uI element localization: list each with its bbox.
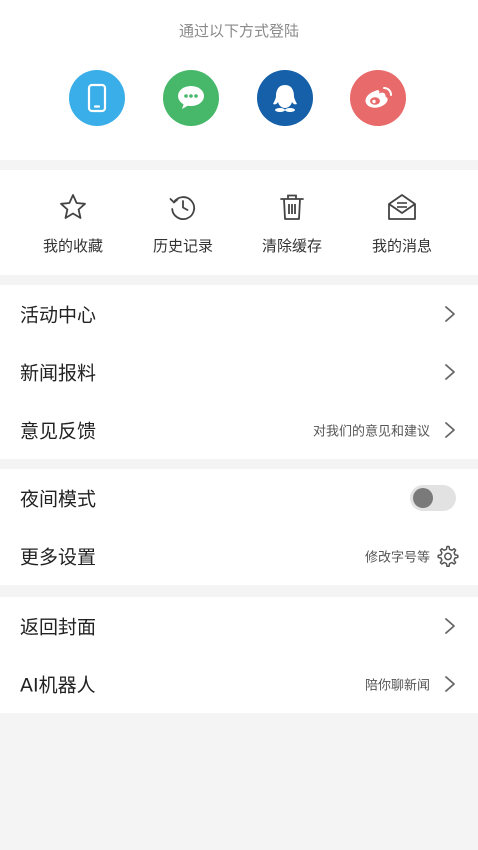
chevron-right-icon bbox=[445, 618, 455, 634]
history-button[interactable]: 历史记录 bbox=[128, 190, 238, 256]
phone-login-button[interactable] bbox=[69, 70, 125, 126]
menu-item-label: 新闻报料 bbox=[20, 362, 97, 385]
menu-item-activity-center[interactable]: 活动中心 bbox=[0, 285, 478, 343]
menu-group-3: 返回封面 AI机器人 陪你聊新闻 bbox=[0, 597, 478, 713]
menu-item-hint: 陪你聊新闻 bbox=[364, 678, 430, 694]
menu-item-label: 更多设置 bbox=[20, 546, 97, 569]
favorites-label: 我的收藏 bbox=[42, 237, 103, 255]
menu-item-ai-robot[interactable]: AI机器人 陪你聊新闻 bbox=[0, 655, 478, 713]
menu-item-news-report[interactable]: 新闻报料 bbox=[0, 343, 478, 401]
star-icon bbox=[60, 194, 86, 219]
chevron-right-icon bbox=[445, 364, 455, 380]
menu-group-2: 夜间模式 更多设置 修改字号等 bbox=[0, 469, 478, 585]
menu-item-feedback[interactable]: 意见反馈 对我们的意见和建议 bbox=[0, 401, 478, 459]
login-title: 通过以下方式登陆 bbox=[178, 22, 299, 40]
login-section: 通过以下方式登陆 bbox=[0, 0, 478, 160]
clear-cache-button[interactable]: 清除缓存 bbox=[237, 190, 347, 256]
menu-item-hint: 修改字号等 bbox=[364, 550, 430, 566]
trash-icon bbox=[280, 194, 304, 220]
menu-item-night-mode: 夜间模式 bbox=[0, 469, 478, 527]
chevron-right-icon bbox=[445, 676, 455, 692]
weibo-icon bbox=[365, 87, 392, 108]
chevron-right-icon bbox=[445, 422, 455, 438]
toggle-knob bbox=[413, 488, 433, 508]
clear-cache-label: 清除缓存 bbox=[261, 237, 322, 255]
mail-icon bbox=[388, 194, 416, 220]
history-label: 历史记录 bbox=[152, 237, 213, 255]
qq-login-button[interactable] bbox=[257, 70, 313, 126]
menu-item-label: 意见反馈 bbox=[20, 420, 97, 443]
menu-item-more-settings[interactable]: 更多设置 修改字号等 bbox=[0, 527, 478, 585]
wechat-icon bbox=[178, 86, 204, 109]
phone-icon bbox=[87, 83, 107, 113]
chevron-right-icon bbox=[445, 306, 455, 322]
messages-button[interactable]: 我的消息 bbox=[347, 190, 457, 256]
menu-item-label: 夜间模式 bbox=[20, 488, 97, 511]
menu-item-label: 活动中心 bbox=[20, 304, 97, 327]
wechat-login-button[interactable] bbox=[163, 70, 219, 126]
menu-item-label: 返回封面 bbox=[20, 616, 97, 639]
messages-label: 我的消息 bbox=[371, 237, 432, 255]
night-mode-toggle[interactable] bbox=[410, 485, 456, 511]
menu-item-hint: 对我们的意见和建议 bbox=[312, 424, 430, 440]
weibo-login-button[interactable] bbox=[350, 70, 406, 126]
gear-icon bbox=[437, 545, 459, 568]
favorites-button[interactable]: 我的收藏 bbox=[18, 190, 128, 256]
menu-group-1: 活动中心 新闻报料 意见反馈 对我们的意见和建议 bbox=[0, 285, 478, 459]
menu-item-back-to-cover[interactable]: 返回封面 bbox=[0, 597, 478, 655]
history-icon bbox=[169, 196, 195, 220]
quick-actions-bar: 我的收藏 历史记录 清除缓存 我的消息 bbox=[0, 170, 478, 275]
menu-item-label: AI机器人 bbox=[20, 674, 96, 697]
qq-icon bbox=[273, 85, 297, 112]
